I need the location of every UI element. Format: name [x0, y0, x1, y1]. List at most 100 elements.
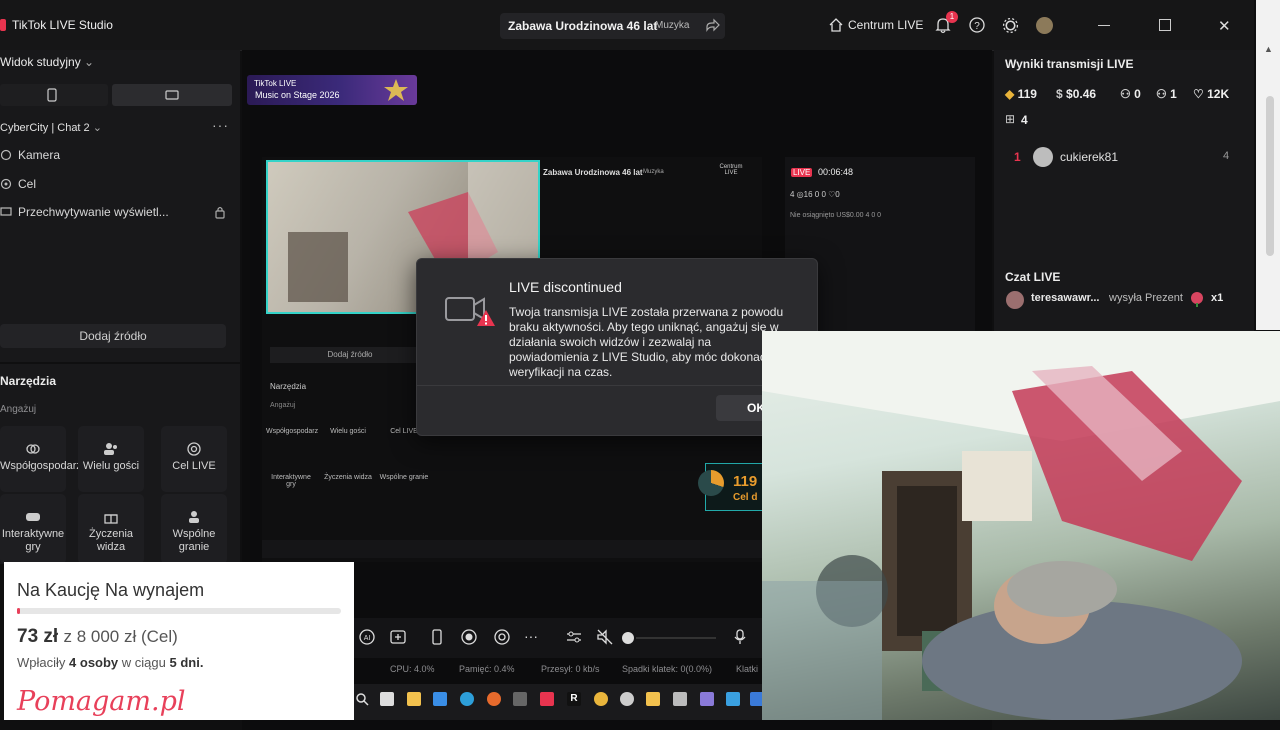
pomagam-logo: Pomagam.pl [17, 686, 186, 717]
r-app-icon[interactable]: R [567, 692, 581, 706]
phone-icon [47, 88, 57, 102]
rank-username[interactable]: cukierek81 [1060, 150, 1118, 164]
gift-count: x1 [1211, 292, 1224, 304]
share-icon[interactable] [704, 18, 720, 34]
close-icon[interactable]: ✕ [1218, 17, 1231, 35]
block-icon[interactable] [620, 692, 634, 706]
scene-name: CyberCity | Chat 2 [0, 122, 90, 134]
webcam-feed [762, 331, 1280, 720]
camera-warning-icon [445, 297, 495, 326]
tool-label: Wspólne granie [172, 528, 216, 553]
task-view-icon[interactable] [380, 692, 394, 706]
bandwidth-stat: Przesył: 0 kb/s [541, 664, 600, 674]
landscape-view-button[interactable] [112, 84, 232, 106]
edge-icon[interactable] [460, 692, 474, 706]
multi-guest-icon [104, 443, 117, 455]
volume-slider-track[interactable] [636, 637, 716, 639]
tools-engage-label: Angażuj [0, 404, 37, 415]
nested-stream-title: Zabawa Urodzinowa 46 lat [543, 168, 643, 177]
firefox-icon[interactable] [487, 692, 501, 706]
fundraiser-title: Na Kaucję Na wynajem [17, 580, 205, 600]
banner-brand: TikTok LIVE [254, 79, 297, 88]
add-scene-icon[interactable] [389, 628, 407, 646]
scene-selector[interactable]: CyberCity | Chat 2 ⌄ [0, 121, 102, 134]
diamonds-stat: ◆ 119 [1005, 87, 1037, 101]
tiktok-icon[interactable] [540, 692, 554, 706]
printer-icon[interactable] [673, 692, 687, 706]
help-icon[interactable]: ? [969, 17, 985, 33]
centrum-live-link[interactable]: Centrum LIVE [848, 18, 923, 32]
nested-tile: Współgospodarz [266, 428, 319, 435]
more-icon[interactable]: ··· [524, 628, 542, 646]
tool-multi-guest[interactable]: Wielu gości [78, 426, 144, 492]
nested-engage: Angażuj [270, 402, 296, 409]
photos-icon[interactable] [726, 692, 740, 706]
folder-icon[interactable] [407, 692, 421, 706]
source-row[interactable]: Kamera [0, 146, 232, 168]
coin-icon: $ [1056, 87, 1063, 101]
gear-icon[interactable] [1002, 17, 1019, 34]
microphone-icon[interactable] [731, 628, 749, 646]
nested-category: Muzyka [643, 169, 664, 175]
app-icon[interactable] [513, 692, 527, 706]
source-label: Przechwytywanie wyświetl... [18, 205, 169, 219]
portrait-view-button[interactable] [0, 84, 108, 106]
memory-stat: Pamięć: 0.4% [459, 664, 515, 674]
gift-icon [104, 514, 118, 524]
search-icon[interactable] [355, 692, 369, 706]
add-source-button[interactable]: Dodaj źródło [0, 324, 226, 348]
phone-icon[interactable] [428, 628, 446, 646]
tool-wishes[interactable]: Życzenia widza [78, 494, 144, 564]
record-icon[interactable] [460, 628, 478, 646]
payers-count: 4 osoby [69, 655, 119, 670]
scroll-up-icon[interactable]: ▲ [1264, 44, 1273, 54]
payers-days: 5 dni. [169, 655, 204, 670]
source-row[interactable]: Cel [0, 175, 232, 197]
earnings-stat: $ $0.46 [1056, 87, 1096, 101]
chat-username[interactable]: teresawawr... [1031, 292, 1100, 304]
stream-title[interactable]: Zabawa Urodzinowa 46 lat [508, 19, 657, 33]
tool-cohost[interactable]: Współgospodarz [0, 426, 82, 492]
home-icon[interactable] [828, 17, 844, 33]
svg-text:?: ? [974, 21, 980, 32]
payers-prefix: Wpłaciły [17, 655, 66, 670]
ai-icon[interactable]: AI [358, 628, 376, 646]
tool-live-goal[interactable]: Cel LIVE [161, 426, 227, 492]
maximize-icon[interactable] [1159, 19, 1171, 31]
payers-mid: w ciągu [121, 655, 166, 670]
tool-label: Interaktywne gry [1, 528, 65, 553]
tool-games[interactable]: Interaktywne gry [0, 494, 66, 564]
tool-label: Życzenia widza [88, 528, 134, 553]
tool-co-play[interactable]: Wspólne granie [161, 494, 227, 564]
more-icon[interactable]: ··· [212, 117, 229, 133]
viewers-value: 0 [1134, 87, 1141, 101]
chrome-icon[interactable] [594, 692, 608, 706]
cpu-stat: CPU: 4.0% [390, 664, 435, 674]
fundraiser-payers: Wpłaciły 4 osoby w ciągu 5 dni. [17, 655, 203, 670]
nested-tile: Wielu gości [330, 428, 366, 435]
store-icon[interactable] [433, 692, 447, 706]
speaker-muted-icon[interactable] [596, 628, 614, 646]
likes-stat: ♡ 12K [1193, 87, 1229, 101]
target-icon [187, 442, 201, 456]
webcam-scene [762, 331, 1280, 720]
app-icon[interactable] [700, 692, 714, 706]
minimize-icon[interactable] [1098, 25, 1110, 26]
scrollbar-thumb[interactable] [1266, 96, 1274, 256]
studio-view-dropdown[interactable]: Widok studyjny ⌄ [0, 55, 94, 69]
dialog-title: LIVE discontinued [509, 279, 622, 295]
volume-slider-handle[interactable] [622, 632, 634, 644]
avatar[interactable] [1036, 17, 1053, 34]
nested-goal-number: 119 [733, 473, 758, 490]
raised-amount: 73 zł [17, 626, 59, 647]
chevron-down-icon: ⌄ [84, 55, 95, 69]
nested-tools-title: Narzędzia [270, 382, 307, 391]
tool-label: Cel LIVE [172, 460, 216, 472]
replay-icon[interactable] [493, 628, 511, 646]
dialog-message: Twoja transmisja LIVE została przerwana … [509, 305, 784, 379]
mixer-icon[interactable] [565, 628, 583, 646]
rose-gift-icon [1191, 292, 1203, 307]
source-row[interactable]: Przechwytywanie wyświetl... [0, 203, 232, 225]
diamond-icon: ◆ [1005, 87, 1015, 101]
star-icon[interactable] [646, 692, 660, 706]
